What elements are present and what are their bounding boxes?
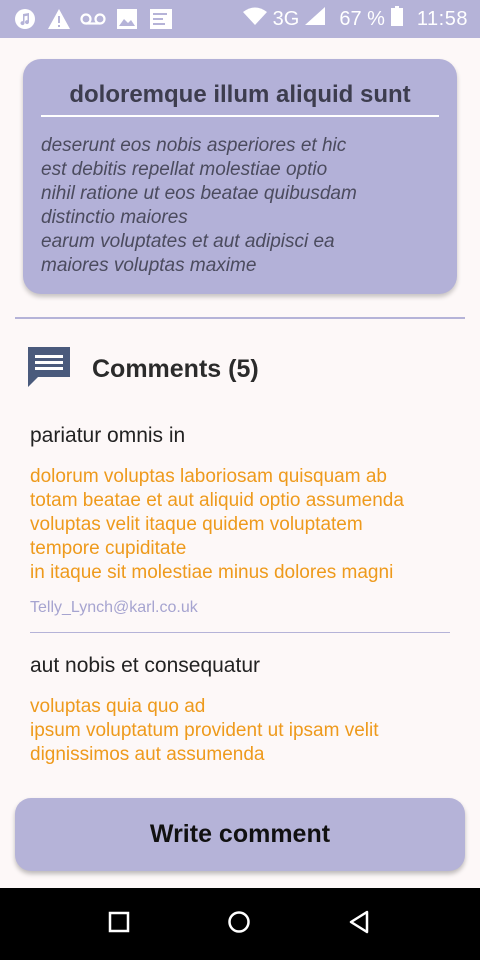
- wifi-icon: [242, 7, 267, 31]
- comment-email: Telly_Lynch@karl.co.uk: [30, 599, 198, 616]
- clock: 11:58: [416, 7, 468, 30]
- comment-icon: [26, 345, 72, 394]
- recents-button[interactable]: [99, 908, 139, 940]
- battery-icon: [390, 6, 403, 32]
- music-icon: [12, 7, 38, 31]
- comments-header: Comments (5): [26, 346, 259, 392]
- home-icon: [227, 910, 251, 939]
- network-type: 3G: [272, 7, 300, 30]
- comment-item: pariatur omnis in dolorum voluptas labor…: [30, 423, 450, 617]
- notes-icon: [148, 7, 174, 31]
- image-icon: [114, 7, 140, 31]
- status-bar: 3G 67 % 11:58: [0, 0, 480, 38]
- comment-title: pariatur omnis in: [30, 424, 186, 447]
- navigation-bar: [0, 888, 480, 960]
- back-button[interactable]: [339, 908, 379, 940]
- comment-item: aut nobis et consequatur voluptas quia q…: [30, 653, 450, 767]
- comments-count-title: Comments (5): [92, 354, 259, 383]
- warning-icon: [46, 7, 72, 31]
- section-divider: [15, 317, 465, 319]
- signal-icon: [305, 7, 326, 31]
- write-comment-button[interactable]: Write comment: [15, 798, 465, 871]
- home-button[interactable]: [219, 908, 259, 940]
- back-icon: [348, 910, 370, 939]
- post-card: doloremque illum aliquid sunt deserunt e…: [23, 59, 457, 294]
- notification-icons: [12, 6, 174, 32]
- post-body: deserunt eos nobis asperiores et hic est…: [41, 135, 357, 276]
- voicemail-icon: [80, 7, 106, 31]
- comment-title: aut nobis et consequatur: [30, 654, 260, 677]
- system-status: 3G 67 % 11:58: [242, 5, 468, 33]
- comment-divider: [30, 632, 450, 633]
- battery-level: 67 %: [339, 7, 385, 30]
- comment-body: dolorum voluptas laboriosam quisquam ab …: [30, 466, 404, 583]
- comment-body: voluptas quia quo ad ipsum voluptatum pr…: [30, 696, 379, 765]
- post-title: doloremque illum aliquid sunt: [41, 81, 439, 117]
- recents-icon: [108, 911, 130, 938]
